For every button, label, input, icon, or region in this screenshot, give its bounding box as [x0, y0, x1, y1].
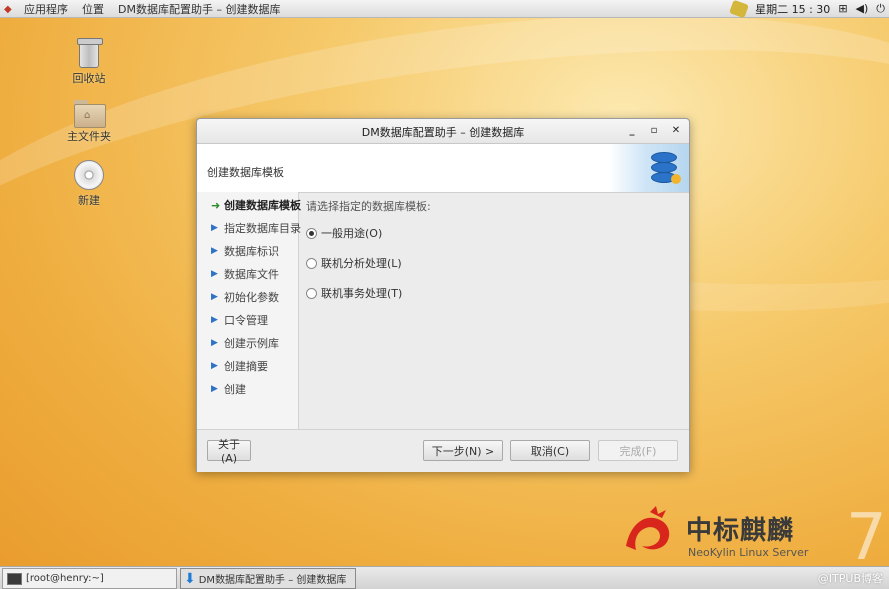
- step-db-files: ▶ 数据库文件: [211, 266, 279, 282]
- desktop-icon-label: 新建: [78, 194, 100, 207]
- radio-general-purpose[interactable]: 一般用途(O): [306, 225, 382, 241]
- radio-button[interactable]: [306, 287, 317, 299]
- radio-label: 一般用途(O): [321, 227, 383, 240]
- database-icon: [651, 152, 681, 184]
- arrow-right-icon: ➜: [211, 198, 221, 212]
- radio-oltp[interactable]: 联机事务处理(T): [306, 285, 402, 301]
- clock[interactable]: 星期二 15 : 30: [755, 1, 830, 17]
- radio-button[interactable]: [306, 257, 317, 269]
- radio-label: 联机分析处理(L): [321, 257, 402, 270]
- step-password: ▶ 口令管理: [211, 312, 268, 328]
- step-label: 创建摘要: [224, 360, 268, 373]
- step-label: 口令管理: [224, 314, 268, 327]
- maximize-icon[interactable]: ▫: [647, 124, 661, 138]
- finish-button[interactable]: 完成(F): [598, 440, 678, 461]
- top-panel: ◆ 应用程序 位置 DM数据库配置助手 – 创建数据库 星期二 15 : 30 …: [0, 0, 889, 18]
- triangle-right-icon: ▶: [211, 246, 218, 256]
- db-config-dialog: DM数据库配置助手 – 创建数据库 _ ▫ ✕ 创建数据库模板 ➜ 创建数据库模…: [196, 118, 690, 472]
- weather-icon[interactable]: [729, 0, 750, 18]
- step-label: 创建示例库: [224, 337, 279, 350]
- dialog-title: DM数据库配置助手 – 创建数据库: [361, 126, 525, 139]
- page-heading: 创建数据库模板: [207, 166, 284, 179]
- radio-button[interactable]: [306, 227, 317, 239]
- version-mark: 7: [846, 501, 887, 575]
- triangle-right-icon: ▶: [211, 384, 218, 394]
- watermark: @ITPUB博客: [817, 572, 883, 585]
- step-summary: ▶ 创建摘要: [211, 358, 268, 374]
- triangle-right-icon: ▶: [211, 361, 218, 371]
- brand-name-en: NeoKylin Linux Server: [688, 546, 809, 559]
- trash-icon: [77, 38, 103, 68]
- distro-logo-icon: ◆: [4, 3, 12, 15]
- download-arrow-icon: ⬇: [184, 570, 196, 587]
- places-menu[interactable]: 位置: [82, 1, 104, 17]
- triangle-right-icon: ▶: [211, 223, 218, 233]
- step-label: 指定数据库目录: [224, 222, 301, 235]
- terminal-icon: [7, 572, 22, 585]
- banner-art: [609, 144, 689, 192]
- radio-label: 联机事务处理(T): [321, 287, 403, 300]
- dragon-logo-icon: [620, 506, 680, 558]
- desktop-icon-disc[interactable]: 新建: [54, 160, 124, 208]
- dialog-content: ➜ 创建数据库模板 ▶ 指定数据库目录 ▶ 数据库标识 ▶ 数据库文件 ▶ 初始…: [197, 192, 689, 429]
- triangle-right-icon: ▶: [211, 315, 218, 325]
- step-label: 创建数据库模板: [224, 199, 301, 212]
- desktop-icon-label: 回收站: [72, 72, 106, 85]
- applications-menu[interactable]: 应用程序: [24, 1, 68, 17]
- step-label: 数据库标识: [224, 245, 279, 258]
- step-label: 初始化参数: [224, 291, 279, 304]
- volume-icon[interactable]: ◀): [856, 2, 869, 15]
- steps-sidebar: ➜ 创建数据库模板 ▶ 指定数据库目录 ▶ 数据库标识 ▶ 数据库文件 ▶ 初始…: [197, 192, 301, 429]
- next-button[interactable]: 下一步(N) >: [423, 440, 503, 461]
- taskbar-item-terminal[interactable]: [root@henry:~]: [2, 568, 177, 589]
- network-icon[interactable]: ⊞: [838, 2, 847, 15]
- step-create-template: ➜ 创建数据库模板: [211, 197, 301, 213]
- about-button[interactable]: 关于(A): [207, 438, 251, 465]
- triangle-right-icon: ▶: [211, 292, 218, 302]
- step-db-directory: ▶ 指定数据库目录: [211, 220, 301, 236]
- home-folder-icon: ⌂: [74, 100, 106, 128]
- triangle-right-icon: ▶: [211, 269, 218, 279]
- brand-name-cn: 中标麒麟: [686, 516, 795, 546]
- triangle-right-icon: ▶: [211, 338, 218, 348]
- step-sample-db: ▶ 创建示例库: [211, 335, 279, 351]
- taskbar-item-label: [root@henry:~]: [26, 573, 104, 584]
- dialog-footer: 关于(A) 下一步(N) > 取消(C) 完成(F): [197, 429, 689, 472]
- step-create: ▶ 创建: [211, 381, 246, 397]
- dialog-banner: 创建数据库模板: [197, 144, 689, 193]
- step-label: 数据库文件: [224, 268, 279, 281]
- taskbar-item-db-config[interactable]: ⬇ DM数据库配置助手 – 创建数据库: [180, 568, 356, 589]
- disc-icon: [74, 160, 104, 190]
- step-init-params: ▶ 初始化参数: [211, 289, 279, 305]
- system-tray: 星期二 15 : 30 ⊞ ◀) ⏻: [729, 0, 885, 18]
- step-db-identity: ▶ 数据库标识: [211, 243, 279, 259]
- minimize-icon[interactable]: _: [625, 124, 639, 138]
- bottom-taskbar: [root@henry:~] ⬇ DM数据库配置助手 – 创建数据库 @ITPU…: [0, 566, 889, 589]
- cancel-button[interactable]: 取消(C): [510, 440, 590, 461]
- active-window-title[interactable]: DM数据库配置助手 – 创建数据库: [118, 1, 280, 17]
- desktop-icon-label: 主文件夹: [67, 130, 111, 143]
- taskbar-item-label: DM数据库配置助手 – 创建数据库: [198, 575, 347, 586]
- template-panel: 请选择指定的数据库模板: 一般用途(O) 联机分析处理(L) 联机事务处理(T): [298, 192, 689, 429]
- power-icon[interactable]: ⏻: [876, 2, 885, 16]
- radio-olap[interactable]: 联机分析处理(L): [306, 255, 402, 271]
- step-label: 创建: [224, 383, 246, 396]
- close-icon[interactable]: ✕: [669, 124, 683, 138]
- desktop-icon-home[interactable]: ⌂ 主文件夹: [54, 100, 124, 144]
- template-prompt: 请选择指定的数据库模板:: [306, 200, 431, 213]
- desktop-icon-trash[interactable]: 回收站: [54, 38, 124, 86]
- dialog-titlebar[interactable]: DM数据库配置助手 – 创建数据库 _ ▫ ✕: [197, 119, 689, 144]
